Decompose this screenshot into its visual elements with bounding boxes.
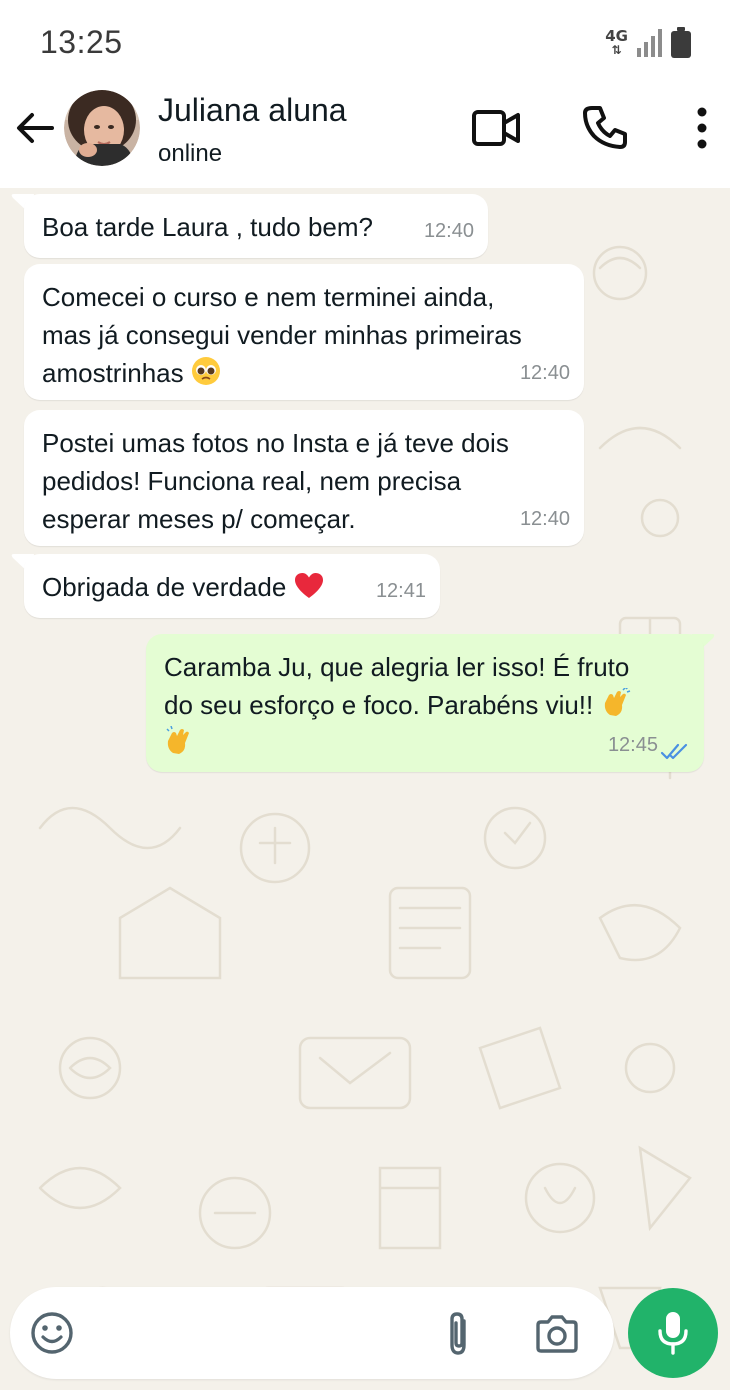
clapping-hands-emoji-icon	[166, 726, 189, 754]
contact-photo	[64, 90, 140, 166]
avatar[interactable]	[64, 90, 140, 166]
message-text: Boa tarde Laura , tudo bem?	[42, 212, 374, 242]
mic-button[interactable]	[628, 1288, 718, 1378]
emoji-icon[interactable]	[30, 1311, 74, 1355]
status-time: 13:25	[40, 24, 123, 60]
chat-header: Juliana aluna online	[0, 84, 730, 188]
message-time: 12:45	[607, 734, 658, 756]
camera-icon[interactable]	[534, 1313, 580, 1355]
network-indicator: 4G ⇅	[605, 27, 628, 58]
more-vert-icon[interactable]	[688, 104, 716, 152]
message-bubble-incoming[interactable]: Comecei o curso e nem terminei ainda, ma…	[24, 264, 584, 400]
clapping-hands-emoji-icon	[604, 688, 630, 716]
attach-icon[interactable]	[440, 1309, 476, 1359]
message-time: 12:40	[519, 508, 570, 530]
phone-icon[interactable]	[580, 102, 630, 152]
message-bubble-outgoing[interactable]: Caramba Ju, que alegria ler isso! É frut…	[146, 634, 704, 772]
contact-name[interactable]: Juliana aluna	[158, 92, 347, 129]
network-type: 4G	[605, 27, 628, 45]
status-icons: 4G ⇅	[605, 26, 692, 60]
message-text: Obrigada de verdade	[42, 572, 287, 602]
message-composer	[10, 1287, 614, 1379]
mic-icon	[658, 1312, 688, 1355]
message-time: 12:40	[519, 362, 570, 384]
data-arrows-icon: ⇅	[611, 43, 622, 57]
contact-status: online	[158, 140, 223, 167]
message-text: Postei umas fotos no Insta e já teve doi…	[42, 428, 509, 534]
back-arrow-icon[interactable]	[12, 106, 56, 150]
message-bubble-incoming[interactable]: Obrigada de verdade 12:41	[24, 554, 440, 618]
video-call-icon[interactable]	[470, 106, 522, 150]
double-check-read-icon	[660, 743, 688, 760]
battery-icon	[671, 27, 691, 58]
signal-icon	[637, 29, 662, 57]
message-input[interactable]	[108, 1303, 432, 1365]
message-text: Comecei o curso e nem terminei ainda, ma…	[42, 282, 522, 388]
message-bubble-incoming[interactable]: Boa tarde Laura , tudo bem? 12:40	[24, 194, 488, 258]
status-bar: 13:25 4G ⇅	[0, 0, 730, 84]
message-text-row: Obrigada de verdade	[42, 568, 422, 606]
chat-area[interactable]: Boa tarde Laura , tudo bem? 12:40 Comece…	[0, 188, 730, 1390]
message-text: Caramba Ju, que alegria ler isso! É frut…	[164, 652, 630, 720]
message-text-row: Comecei o curso e nem terminei ainda, ma…	[42, 278, 566, 392]
pleading-face-emoji-icon	[191, 357, 220, 385]
red-heart-emoji-icon	[294, 573, 323, 598]
message-bubble-incoming[interactable]: Postei umas fotos no Insta e já teve doi…	[24, 410, 584, 546]
message-time: 12:41	[375, 580, 426, 602]
message-time: 12:40	[423, 220, 474, 242]
